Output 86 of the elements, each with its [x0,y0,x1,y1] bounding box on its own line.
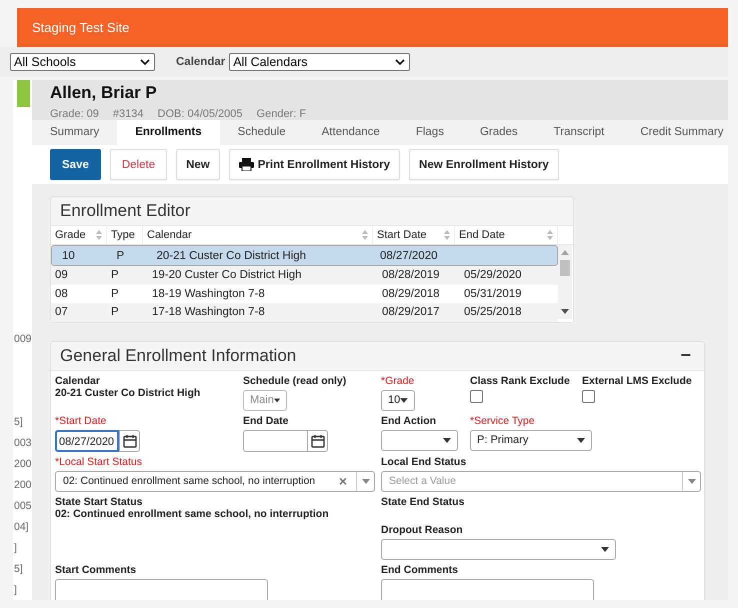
tab[interactable]: Flags [398,120,462,145]
table-row[interactable]: 08 P 18-19 Washington 7-8 08/29/2018 05/31/2019 [51,284,558,303]
field-label: Calendar [55,374,101,386]
table-cell: P [111,288,119,300]
button[interactable]: Delete [110,149,168,180]
site-title: Staging Test Site [32,20,130,35]
student-detail: #3134 [112,108,144,120]
student-detail: Grade: 09 [50,108,99,120]
table-cell: 08/28/2019 [382,269,440,282]
date-field[interactable]: 08/27/2020 [55,430,119,452]
tab[interactable]: Summary [32,120,118,145]
tab[interactable]: Schedule [220,120,304,145]
table-cell: 07 [55,306,68,318]
print-button[interactable]: Print Enrollment History [228,149,400,180]
panel-title: Enrollment Editor [59,200,192,222]
calendar-select[interactable]: All Calendars [229,53,410,71]
table-row[interactable]: 09 P 19-20 Custer Co District High 08/28/2019 05/29/2020 [51,266,558,284]
sidebar-text: 009 [13,332,32,347]
column-header[interactable]: End Date [455,226,558,244]
panel-title: General Enrollment Information [60,346,296,366]
sidebar-text: 200 [13,478,32,493]
dropdown[interactable]: 10 [381,390,415,410]
table-cell: P [116,250,124,262]
field-label: Local End Status [381,456,468,468]
field-label: End Comments [381,564,460,576]
field-label: Schedule (read only) [243,374,348,386]
field-label: Class Rank Exclude [470,374,571,386]
column-header[interactable]: Start Date [373,226,455,244]
table-cell: 09 [55,269,68,282]
table-cell: 08/27/2020 [380,250,438,262]
clear-button[interactable]: × [338,473,356,489]
student-name: Allen, Briar P [50,83,158,103]
table-cell: 08/29/2018 [382,288,440,300]
field-label: Dropout Reason [381,524,464,536]
student-detail: Gender: F [256,108,306,120]
field-value: 20-21 Custer Co District High [55,386,202,398]
collapse-button[interactable]: − [680,345,695,366]
button[interactable]: Save [50,149,101,180]
column-header[interactable]: Calendar [143,226,373,244]
table-cell: 05/29/2020 [464,269,522,282]
sidebar-text: 04] [13,520,30,535]
tab[interactable]: Credit Summary [622,120,738,145]
tab[interactable]: Enrollments [117,120,220,145]
field-label: State Start Status [55,496,144,508]
field-label: End Date [243,414,290,426]
sidebar-text: ] [13,583,18,598]
tab[interactable]: Grades [462,120,536,145]
field-label: External LMS Exclude [582,374,693,386]
column-header[interactable]: Type [107,226,143,244]
table-cell: 08 [55,288,68,300]
table-row[interactable]: 07 P 17-18 Washington 7-8 08/29/2017 05/25/2018 [51,303,558,322]
dropdown[interactable]: P: Primary [470,430,592,450]
sidebar-text: 5] [13,415,24,430]
table-cell: 05/25/2018 [464,306,522,318]
sidebar-text: 005 [13,499,32,514]
field-label: *Grade [381,374,416,386]
table-cell: P [111,269,119,282]
button[interactable]: New [176,149,220,180]
school-select[interactable]: All Schools [10,53,155,71]
table-cell: 08/29/2017 [382,306,440,318]
field-label: Start Comments [55,564,138,576]
student-detail: DOB: 04/05/2005 [158,108,243,120]
calendar-label: Calendar [176,56,226,68]
sidebar-text: 200 [13,457,32,472]
button[interactable]: New Enrollment History [409,149,559,180]
table-cell: 18-19 Washington 7-8 [152,288,265,300]
table-cell: P [111,306,119,318]
field-value: 02: Continued enrollment same school, no interruption [55,508,330,520]
field-label: *Service Type [470,414,536,426]
table-cell: 19-20 Custer Co District High [152,269,302,282]
combo-box[interactable]: 02: Continued enrollment same school, no interruption × [55,470,375,492]
sidebar-text: 5] [13,562,24,577]
sidebar-text: ] [13,541,18,556]
tab[interactable]: Attendance [304,120,398,145]
field-label: *Local Start Status [55,456,143,468]
field-label: State End Status [381,496,466,508]
table-cell: 20-21 Custer Co District High [156,250,306,262]
table-cell: 10 [62,250,75,262]
field-label: End Action [381,414,438,426]
sidebar-text: 003 [13,436,32,451]
table-cell: 05/31/2019 [464,288,522,300]
tab[interactable]: Transcript [536,120,622,145]
field-label: *Start Date [55,414,108,426]
table-row[interactable]: 10 P 20-21 Custer Co District High 08/27/2020 [51,245,558,266]
table-cell: 17-18 Washington 7-8 [152,306,265,318]
column-header[interactable]: Grade [51,226,107,244]
